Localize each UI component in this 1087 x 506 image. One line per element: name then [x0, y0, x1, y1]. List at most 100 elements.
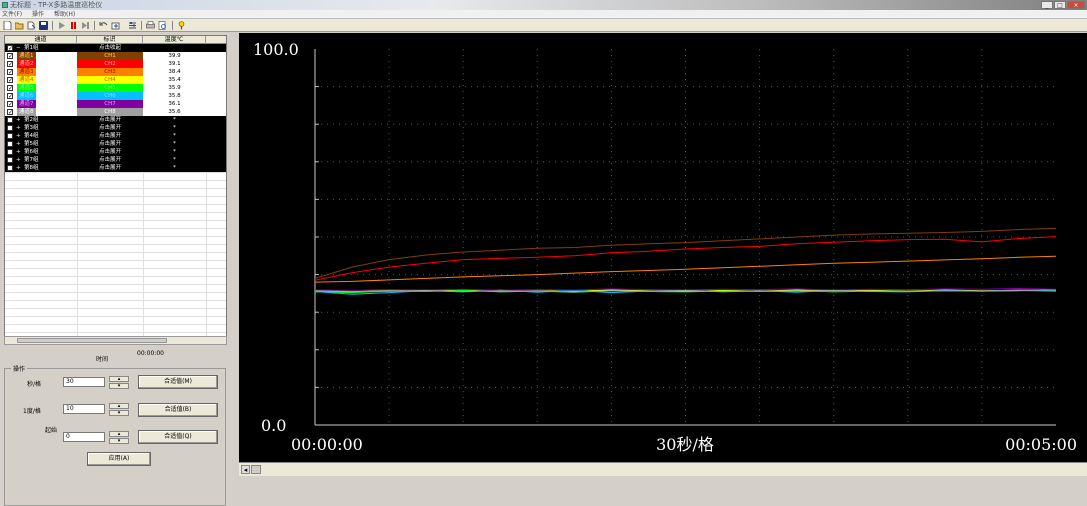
tree-toggle-icon[interactable]: +	[16, 156, 21, 164]
start-input[interactable]: 0	[63, 432, 105, 442]
menu-operate[interactable]: 操作	[32, 10, 44, 19]
title-bar: 无标题 - TP-X多路温度巡检仪 _ □ ×	[0, 0, 1087, 10]
tree-toggle-icon[interactable]: +	[16, 148, 21, 156]
table-row[interactable]: + 第8组 点击展开 *	[5, 164, 226, 172]
operations-title: 操作	[11, 364, 28, 373]
table-row[interactable]: + 第6组 点击展开 *	[5, 148, 226, 156]
print-icon[interactable]	[146, 21, 155, 30]
new-icon[interactable]	[3, 21, 12, 30]
sec-per-div-input[interactable]: 30	[63, 377, 105, 387]
channel-name: 通道3	[17, 68, 36, 76]
channel-checkbox[interactable]	[7, 165, 13, 171]
table-horizontal-scrollbar[interactable]	[4, 336, 227, 345]
channel-checkbox[interactable]	[7, 157, 13, 163]
table-row[interactable]: + 第3组 点击展开 *	[5, 124, 226, 132]
minimize-button[interactable]: _	[1041, 1, 1053, 9]
menu-help[interactable]: 帮助(H)	[54, 10, 75, 19]
channel-checkbox[interactable]	[7, 141, 13, 147]
label-cell[interactable]: 点击展开	[77, 164, 143, 172]
saveas-icon[interactable]	[27, 21, 36, 30]
channel-cell: ✓ 通道1	[5, 52, 77, 60]
spin-up-icon[interactable]: ▴	[109, 403, 129, 409]
table-row[interactable]: ✓ 通道5 CH5 35.9	[5, 84, 226, 92]
table-row[interactable]: ✓ 通道8 CH8 35.6	[5, 108, 226, 116]
table-row[interactable]: + 第4组 点击展开 *	[5, 132, 226, 140]
menu-file[interactable]: 文件(F)	[2, 10, 22, 19]
channel-checkbox[interactable]: ✓	[7, 69, 13, 76]
table-row[interactable]: ✓ 通道3 CH3 38.4	[5, 68, 226, 76]
start-spinner[interactable]: ▴ ▾	[109, 431, 131, 445]
stop-icon[interactable]	[69, 21, 78, 30]
channel-checkbox[interactable]: ✓	[7, 93, 13, 100]
table-gridlines	[5, 172, 226, 342]
label-cell[interactable]: 点击展开	[77, 132, 143, 140]
table-row[interactable]: ✓ 通道1 CH1 39.9	[5, 52, 226, 60]
channel-checkbox[interactable]: ✓	[7, 53, 13, 60]
channel-checkbox[interactable]	[7, 149, 13, 155]
tree-toggle-icon[interactable]: +	[16, 164, 21, 172]
tree-toggle-icon[interactable]: +	[16, 140, 21, 148]
apply-button[interactable]: 应用(A)	[87, 452, 151, 466]
table-row[interactable]: ✓ 通道6 CH6 35.8	[5, 92, 226, 100]
spin-up-icon[interactable]: ▴	[109, 376, 129, 382]
table-row[interactable]: + 第5组 点击展开 *	[5, 140, 226, 148]
tree-toggle-icon[interactable]: +	[16, 132, 21, 140]
deg-per-div-input[interactable]: 10	[63, 404, 105, 414]
scrollbar-thumb[interactable]	[251, 465, 261, 474]
open-icon[interactable]	[15, 21, 24, 30]
sec-per-div-spinner[interactable]: ▴ ▾	[109, 376, 131, 390]
label-cell[interactable]: 点击展开	[77, 124, 143, 132]
channel-checkbox[interactable]: ✓	[7, 85, 13, 92]
tree-toggle-icon[interactable]: −	[16, 44, 21, 52]
temperature-cell: 36.1	[168, 101, 181, 107]
start-auto-button[interactable]: 合适值(Q)	[138, 430, 218, 444]
spin-down-icon[interactable]: ▾	[109, 438, 129, 444]
preview-icon[interactable]	[158, 21, 167, 30]
channel-checkbox[interactable]: ✓	[7, 109, 13, 116]
table-row[interactable]: ✓ 通道2 CH2 39.1	[5, 60, 226, 68]
tree-toggle-icon[interactable]: +	[16, 116, 21, 124]
play-icon[interactable]	[57, 21, 66, 30]
close-button[interactable]: ×	[1067, 1, 1085, 9]
scroll-left-icon[interactable]: ◂	[241, 465, 250, 474]
sec-per-div-auto-button[interactable]: 合适值(M)	[138, 375, 218, 389]
help-icon[interactable]	[177, 21, 186, 30]
header-temp[interactable]: 温度℃	[143, 36, 206, 44]
label-cell[interactable]: 点击收起	[77, 44, 143, 52]
export-icon[interactable]	[111, 21, 120, 30]
channel-checkbox[interactable]: ✓	[7, 101, 13, 108]
maximize-button[interactable]: □	[1054, 1, 1066, 9]
channel-checkbox[interactable]: ✓	[7, 61, 13, 68]
channel-name: 第6组	[24, 149, 39, 155]
channel-checkbox[interactable]: ✓	[7, 77, 13, 84]
table-row[interactable]: ✓ 通道4 CH4 35.4	[5, 76, 226, 84]
channel-name: 通道2	[17, 60, 36, 68]
label-cell[interactable]: 点击展开	[77, 140, 143, 148]
label-cell[interactable]: 点击展开	[77, 148, 143, 156]
header-label[interactable]: 标识	[77, 36, 143, 44]
table-row[interactable]: ✓ 通道7 CH7 36.1	[5, 100, 226, 108]
settings-icon[interactable]	[128, 21, 137, 30]
tree-toggle-icon[interactable]: +	[16, 124, 21, 132]
deg-per-div-auto-button[interactable]: 合适值(B)	[138, 403, 218, 417]
label-cell[interactable]: 点击展开	[77, 156, 143, 164]
chart-horizontal-scrollbar[interactable]: ◂	[239, 462, 1087, 476]
channel-checkbox[interactable]	[7, 125, 13, 131]
spin-down-icon[interactable]: ▾	[109, 383, 129, 389]
channel-checkbox[interactable]	[7, 117, 13, 123]
label-cell[interactable]: 点击展开	[77, 116, 143, 124]
scrollbar-thumb[interactable]	[17, 338, 167, 343]
table-row[interactable]: + 第2组 点击展开 *	[5, 116, 226, 124]
header-channel[interactable]: 通道	[5, 36, 77, 44]
undo-icon[interactable]	[99, 21, 108, 30]
deg-per-div-spinner[interactable]: ▴ ▾	[109, 403, 131, 417]
channel-checkbox[interactable]: ✓	[7, 45, 13, 52]
time-label: 时间	[96, 356, 109, 363]
channel-checkbox[interactable]	[7, 133, 13, 139]
spin-down-icon[interactable]: ▾	[109, 410, 129, 416]
save-icon[interactable]	[39, 21, 48, 30]
spin-up-icon[interactable]: ▴	[109, 431, 129, 437]
table-row[interactable]: ✓ − 第1组 点击收起	[5, 44, 226, 52]
table-row[interactable]: + 第7组 点击展开 *	[5, 156, 226, 164]
pause-icon[interactable]	[81, 21, 90, 30]
